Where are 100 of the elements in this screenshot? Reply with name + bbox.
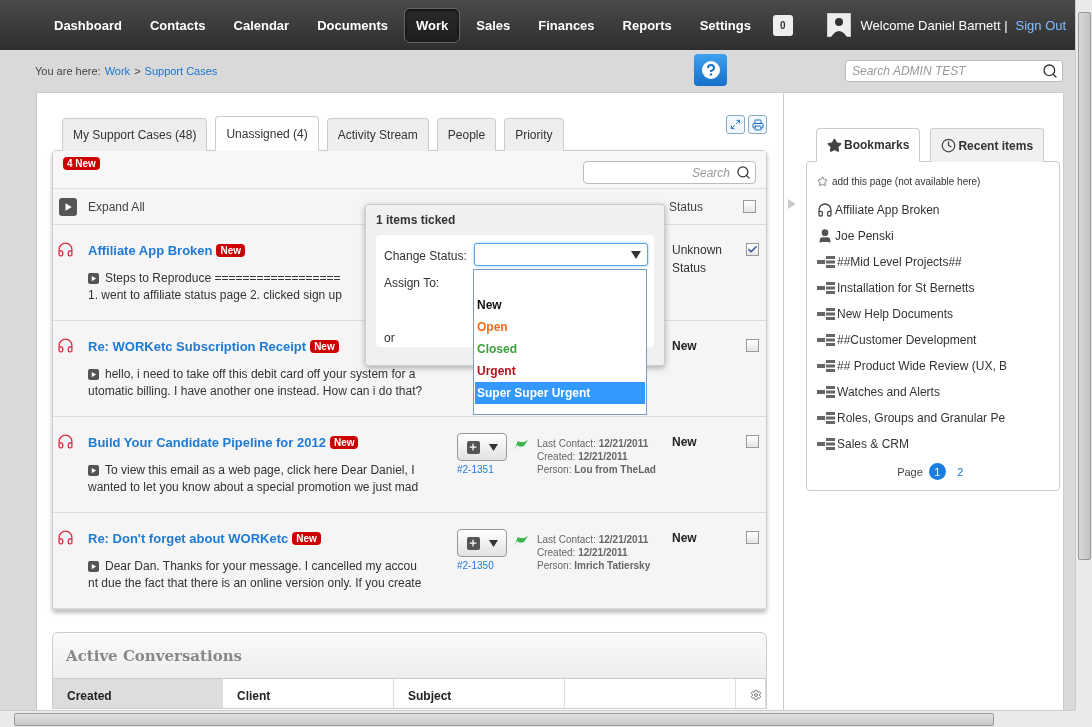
case-preview-text: To view this email as a web page, click here Dear Daniel, I	[105, 463, 415, 477]
plus-icon	[466, 536, 480, 550]
bookmark-link[interactable]: Sales & CRM	[837, 437, 910, 451]
sidebar-tab[interactable]: Recent items	[930, 128, 1045, 162]
sign-out-link[interactable]: Sign Out	[1015, 17, 1067, 33]
sidebar-tab[interactable]: Bookmarks	[816, 128, 921, 162]
bookmark-link[interactable]: Joe Penski	[835, 229, 894, 243]
caret-icon	[631, 250, 641, 259]
scrollbar-thumb[interactable]	[14, 712, 994, 726]
row-checkbox[interactable]	[746, 531, 759, 544]
section-title: Active Conversations	[65, 645, 244, 667]
nav-item[interactable]: Dashboard	[42, 7, 134, 43]
case-preview-text: Steps to Reproduce ==================	[105, 271, 341, 285]
created-text: Created: 12/21/2011	[537, 546, 629, 559]
or-text: or	[384, 331, 396, 345]
nav-item[interactable]: Work	[403, 7, 461, 43]
add-page-link[interactable]: add this page (not available here)	[832, 176, 981, 187]
case-title-link[interactable]: Re: Don't forget about WORKetc	[88, 530, 289, 546]
new-badge: New	[310, 339, 339, 353]
case-preview-text: utomatic billing. I have another one instead. How can i do that?	[88, 384, 423, 398]
help-icon	[701, 61, 720, 79]
nav-item[interactable]: Settings	[687, 7, 763, 43]
tab[interactable]: Activity Stream	[326, 118, 429, 151]
nav-item[interactable]: Reports	[610, 7, 684, 43]
breadcrumb-separator: >	[134, 65, 141, 77]
popup-title: 1 items ticked	[376, 213, 457, 227]
nav-item[interactable]: Contacts	[137, 7, 218, 43]
bookmark-link[interactable]: ##Mid Level Projects##	[837, 255, 962, 269]
scrollbar-thumb[interactable]	[1077, 12, 1091, 560]
bookmark-link[interactable]: Affiliate App Broken	[835, 203, 940, 217]
tab[interactable]: My Support Cases (48)	[62, 118, 208, 151]
assign-to-label: Assign To:	[384, 276, 441, 290]
bookmark-link[interactable]: ##Customer Development	[837, 333, 977, 347]
bookmark-link[interactable]: Watches and Alerts	[837, 385, 940, 399]
bookmark-link[interactable]: ## Product Wide Review (UX, B	[837, 359, 1008, 373]
nav-item[interactable]: Finances	[526, 7, 607, 43]
star-icon[interactable]	[817, 176, 828, 187]
search-icon[interactable]	[1042, 63, 1058, 79]
select-all-checkbox[interactable]	[743, 200, 756, 213]
row-checkbox[interactable]	[746, 243, 759, 256]
project-icon	[817, 360, 835, 372]
status-select[interactable]	[474, 243, 648, 266]
new-count-badge: 4 New	[63, 157, 100, 170]
nav-item[interactable]: Documents	[305, 7, 400, 43]
action-dropdown-button[interactable]	[457, 529, 507, 557]
search-icon[interactable]	[736, 165, 751, 180]
row-checkbox[interactable]	[746, 339, 759, 352]
status-text: Unknown Status	[672, 242, 724, 277]
nav-item[interactable]: Calendar	[221, 7, 302, 43]
help-button[interactable]	[694, 54, 727, 86]
ticket-number-link[interactable]: #2-1351	[457, 464, 513, 475]
headset-icon	[57, 529, 74, 546]
search-field[interactable]: Search	[583, 161, 756, 184]
row-checkbox[interactable]	[746, 435, 759, 448]
status-text: New	[672, 434, 698, 451]
project-icon	[817, 412, 835, 424]
person-text: Person: Lou from TheLad	[537, 463, 657, 476]
bookmark-link[interactable]: Roles, Groups and Granular Pe	[837, 411, 1006, 425]
tab[interactable]: Unassigned (4)	[215, 116, 319, 151]
settings-icon[interactable]	[750, 689, 762, 701]
ticket-number-link[interactable]: #2-1350	[457, 560, 513, 571]
project-icon	[817, 282, 835, 294]
case-title-link[interactable]: Build Your Candidate Pipeline for 2012	[88, 434, 326, 450]
nav-item[interactable]: Sales	[464, 7, 523, 43]
search-field[interactable]: Search ADMIN TEST	[845, 60, 1063, 82]
search-input[interactable]: Search ADMIN TEST	[850, 63, 1042, 79]
case-preview-text: nt due the fact that there is an online version only. If you create	[88, 576, 422, 590]
action-dropdown-button[interactable]	[457, 433, 507, 461]
print-icon[interactable]	[748, 115, 767, 134]
search-input[interactable]: Search	[588, 164, 732, 181]
created-text: Created: 12/21/2011	[537, 450, 629, 463]
page-link[interactable]: 1	[928, 463, 946, 480]
tab[interactable]: People	[436, 118, 497, 151]
welcome-text: Welcome Daniel Barnett |	[860, 17, 1008, 33]
headset-icon	[57, 433, 74, 450]
clock-icon	[941, 138, 957, 153]
page-link[interactable]: 2	[951, 463, 969, 480]
project-icon	[817, 386, 835, 398]
bookmark-link[interactable]: Installation for St Bernetts	[837, 281, 975, 295]
expand-icon[interactable]	[88, 464, 99, 476]
star-icon	[827, 137, 842, 153]
expand-all-icon[interactable]	[59, 197, 77, 216]
expand-icon[interactable]	[726, 115, 745, 134]
notification-count[interactable]: 0	[773, 14, 793, 36]
expand-icon[interactable]	[88, 368, 99, 380]
change-status-label: Change Status:	[384, 248, 468, 263]
status-option[interactable]: New	[475, 294, 645, 316]
expand-icon[interactable]	[88, 560, 99, 572]
person-text: Person: Imrich Tatiersky	[537, 559, 652, 572]
expand-all-link[interactable]: Expand All	[88, 199, 145, 214]
tab[interactable]: Priority	[504, 118, 564, 151]
column-header[interactable]: Created	[53, 679, 223, 708]
status-option[interactable]: Urgent	[475, 360, 645, 382]
caret-icon	[488, 539, 498, 547]
bookmark-link[interactable]: New Help Documents	[837, 307, 954, 321]
expand-icon[interactable]	[88, 272, 99, 284]
case-title-link[interactable]: Affiliate App Broken	[88, 242, 213, 258]
case-title-link[interactable]: Re: WORKetc Subscription Receipt	[88, 338, 307, 354]
caret-icon	[488, 443, 498, 451]
status-text: New	[672, 338, 698, 355]
